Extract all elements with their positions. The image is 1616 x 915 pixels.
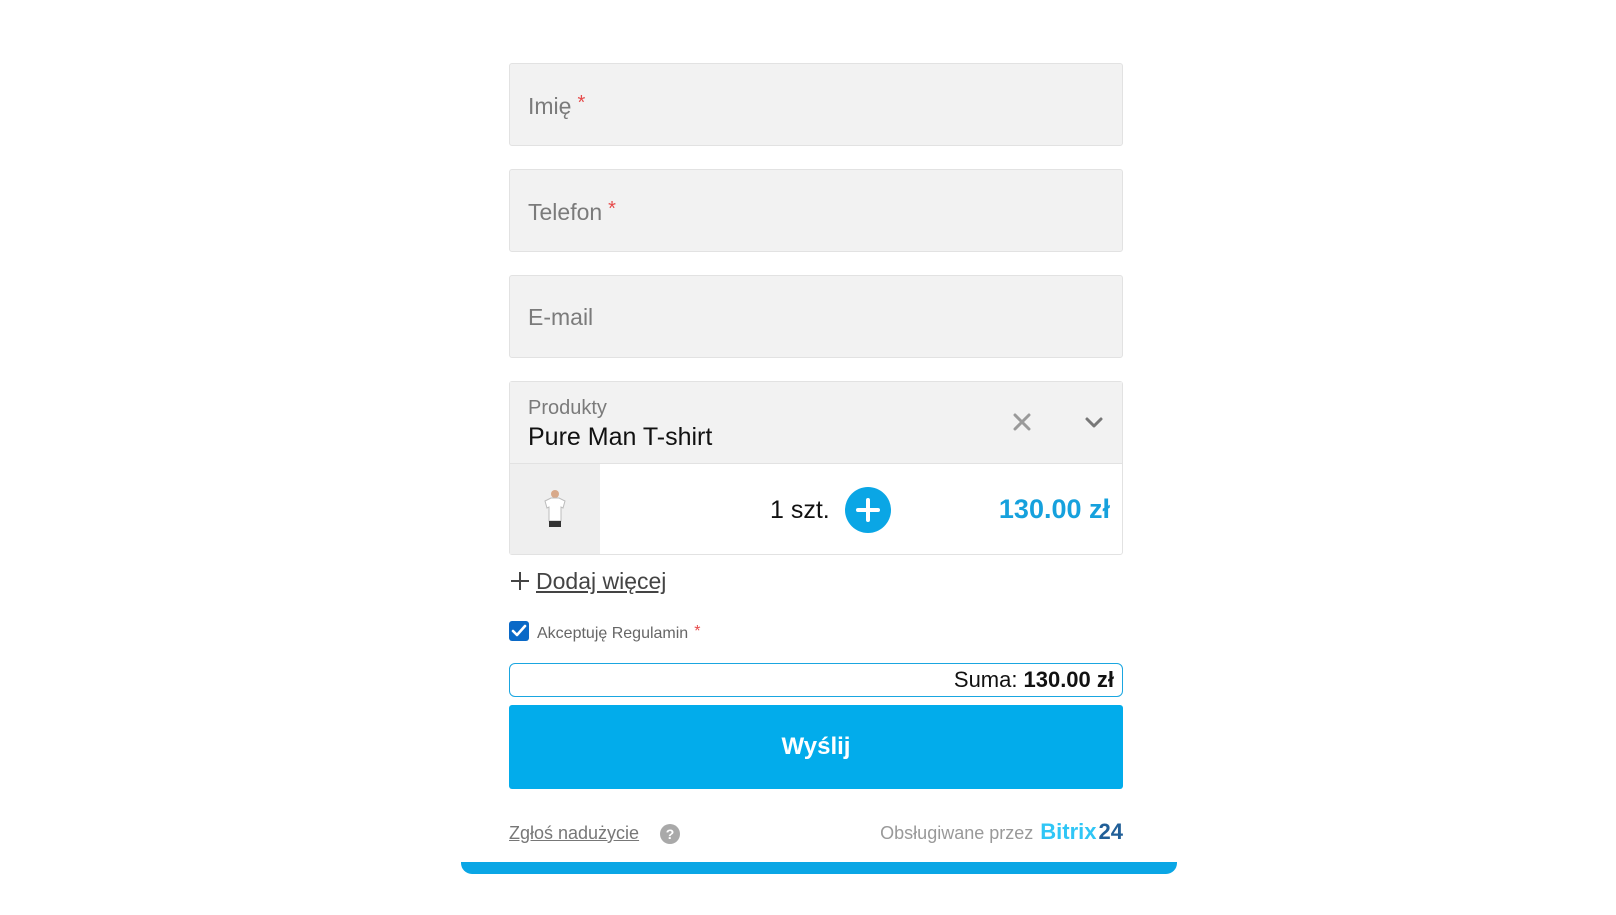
powered-by-text: Obsługiwane przez — [880, 823, 1034, 843]
sum-value: 130.00 zł — [1023, 667, 1114, 692]
order-form: Imię * Telefon * E-mail Produkty Pure Man … — [509, 63, 1123, 859]
add-more-link[interactable]: Dodaj więcej — [536, 568, 666, 595]
products-select: Produkty Pure Man T-shirt 1 szt. 130.00 … — [509, 381, 1123, 555]
help-icon[interactable]: ? — [660, 824, 680, 844]
product-item-row: 1 szt. 130.00 zł — [510, 464, 1122, 554]
plus-circle-icon — [856, 498, 880, 522]
powered-by[interactable]: Obsługiwane przez Bitrix 24 — [880, 819, 1123, 845]
name-field[interactable]: Imię * — [509, 63, 1123, 146]
plus-icon — [511, 572, 529, 590]
page: Imię * Telefon * E-mail Produkty Pure Man … — [0, 0, 1616, 915]
submit-button[interactable]: Wyślij — [509, 705, 1123, 789]
terms-checkbox[interactable] — [509, 621, 529, 641]
products-selected-value: Pure Man T-shirt — [528, 423, 713, 451]
products-dropdown[interactable]: Produkty Pure Man T-shirt — [510, 382, 1122, 464]
terms-row: Akceptuję Regulamin * — [509, 619, 1123, 643]
brand-logo-number: 24 — [1098, 819, 1123, 844]
add-more-row[interactable]: Dodaj więcej — [509, 565, 1123, 597]
close-icon[interactable] — [1006, 406, 1038, 438]
bottom-accent-bar — [461, 862, 1177, 874]
tshirt-thumbnail-icon — [544, 490, 566, 527]
quantity-label: 1 szt. — [770, 496, 830, 524]
email-field[interactable]: E-mail — [509, 275, 1123, 358]
checkmark-icon — [511, 624, 527, 637]
item-price: 130.00 zł — [998, 494, 1110, 524]
sum-label: Suma: — [953, 667, 1018, 692]
increase-quantity-button[interactable] — [845, 487, 891, 533]
terms-label[interactable]: Akceptuję Regulamin — [537, 625, 688, 643]
product-thumbnail — [510, 464, 600, 554]
chevron-down-icon[interactable] — [1078, 406, 1110, 438]
phone-field[interactable]: Telefon * — [509, 169, 1123, 252]
form-footer: Zgłoś nadużycie ? Obsługiwane przez Bitr… — [509, 817, 1123, 859]
brand-logo-text: Bitrix — [1040, 819, 1097, 844]
required-mark: * — [694, 623, 701, 640]
order-sum: Suma: 130.00 zł — [509, 663, 1123, 697]
report-abuse-link[interactable]: Zgłoś nadużycie — [509, 823, 639, 844]
products-label: Produkty — [528, 397, 607, 419]
